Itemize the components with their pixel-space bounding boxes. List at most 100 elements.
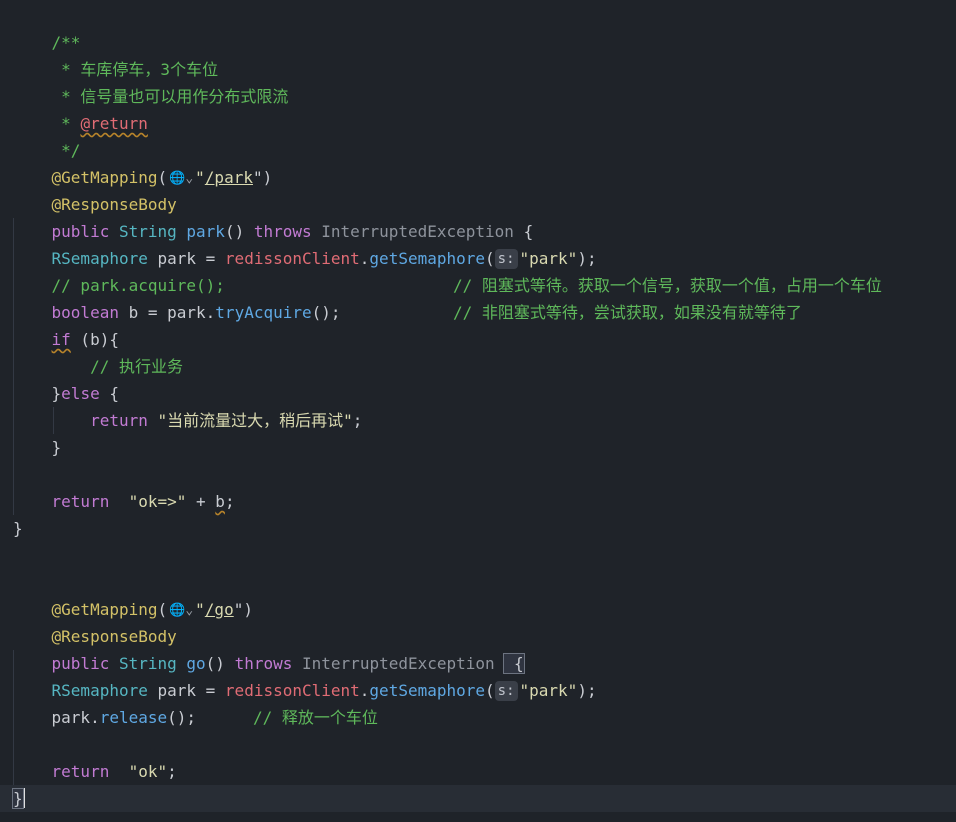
code-line-19: return "ok=>" + b; xyxy=(13,488,235,515)
code-line-17: } xyxy=(13,434,62,461)
url-link-go[interactable]: /go xyxy=(205,600,234,619)
type-string: String xyxy=(118,654,177,673)
brace-close: } xyxy=(13,519,23,538)
code-line-5: */ xyxy=(13,110,80,160)
url-link-park[interactable]: /park xyxy=(205,168,253,187)
code-line-1: /** xyxy=(13,2,81,52)
keyword-throws: throws xyxy=(253,222,312,241)
assignment: b = park. xyxy=(118,303,216,322)
code-line-4: * @return xyxy=(13,83,148,133)
method-name-go: go xyxy=(186,654,206,673)
code-line-2: * 车库停车，3个车位 xyxy=(13,29,218,79)
method-getsemaphore: getSemaphore xyxy=(369,681,486,700)
call-end: (); xyxy=(311,303,341,322)
if-condition: (b){ xyxy=(70,330,119,349)
code-line-26: RSemaphore park = redissonClient.getSema… xyxy=(13,677,597,704)
method-tryacquire: tryAcquire xyxy=(215,303,312,322)
plus-operator: + xyxy=(186,492,216,511)
code-line-29: return "ok"; xyxy=(13,758,177,785)
exception-class: InterruptedException xyxy=(321,222,514,241)
field-redissonclient: redissonClient xyxy=(224,249,360,268)
code-line-8: public String park() throws InterruptedE… xyxy=(13,191,534,241)
paren: ( xyxy=(485,249,495,268)
brace-open: { xyxy=(513,222,534,241)
code-line-27-trailing-comment: // 释放一个车位 xyxy=(253,704,378,731)
text-caret xyxy=(22,788,25,808)
string-retry: "当前流量过大，稍后再试" xyxy=(147,411,353,430)
assignment: park = xyxy=(147,681,225,700)
current-line-highlight xyxy=(0,785,956,812)
dot: . xyxy=(359,249,370,268)
brace-open: { xyxy=(99,384,119,403)
code-editor[interactable]: /** * 车库停车，3个车位 * 信号量也可以用作分布式限流 * @retur… xyxy=(0,0,956,822)
string-quote: " xyxy=(195,168,205,187)
semicolon: ; xyxy=(352,411,363,430)
method-name-park: park xyxy=(186,222,225,241)
code-line-30: } xyxy=(12,785,25,812)
keyword-return: return xyxy=(51,762,110,781)
code-line-27: park.release(); xyxy=(13,704,197,731)
keyword-return: return xyxy=(90,411,148,430)
keyword-return: return xyxy=(51,492,110,511)
code-line-12-trailing-comment: // 非阻塞式等待，尝试获取，如果没有就等待了 xyxy=(453,299,802,326)
variable-b: b xyxy=(215,492,225,511)
code-line-24: public String go() throws InterruptedExc… xyxy=(13,623,525,674)
type-rsemaphore: RSemaphore xyxy=(51,681,148,700)
keyword-boolean: boolean xyxy=(51,303,119,322)
assignment: park = xyxy=(147,249,225,268)
keyword-if: if xyxy=(51,330,71,349)
string-ok-arrow: "ok=>" xyxy=(109,492,187,511)
code-line-13: if (b){ xyxy=(13,326,119,353)
method-getsemaphore: getSemaphore xyxy=(369,249,486,268)
line-comment: // 非阻塞式等待，尝试获取，如果没有就等待了 xyxy=(453,303,802,322)
code-line-11: // park.acquire(); xyxy=(13,272,225,299)
dot: . xyxy=(90,708,100,727)
line-comment: // 执行业务 xyxy=(90,357,183,376)
variable-park: park xyxy=(51,708,91,727)
type-string: String xyxy=(118,222,177,241)
paren-close: ); xyxy=(577,681,597,700)
code-line-11-trailing-comment: // 阻塞式等待。获取一个信号，获取一个值，占用一个车位 xyxy=(453,272,882,299)
code-line-6: @GetMapping(🌐⌄ "/park") xyxy=(13,137,273,187)
string-quote: " xyxy=(195,600,205,619)
code-line-20: } xyxy=(13,515,23,542)
keyword-throws: throws xyxy=(234,654,293,673)
param-hint: s: xyxy=(494,681,518,701)
code-line-15: }else { xyxy=(13,380,119,407)
doc-tag-return: @return xyxy=(80,114,148,133)
parens: () xyxy=(205,654,235,673)
dot: . xyxy=(359,681,370,700)
code-line-10: RSemaphore park = redissonClient.getSema… xyxy=(13,245,597,272)
exception-class: InterruptedException xyxy=(302,654,495,673)
parens: () xyxy=(224,222,254,241)
paren-close: ); xyxy=(577,249,597,268)
code-line-7: @ResponseBody xyxy=(13,164,177,214)
line-comment: // park.acquire(); xyxy=(51,276,225,295)
line-comment: // 阻塞式等待。获取一个信号，获取一个值，占用一个车位 xyxy=(453,276,882,295)
param-hint: s: xyxy=(494,249,518,269)
keyword-else: else xyxy=(61,384,100,403)
semicolon: ; xyxy=(167,762,177,781)
semicolon: ; xyxy=(224,492,235,511)
code-line-23: @ResponseBody xyxy=(13,596,177,646)
line-comment: // 释放一个车位 xyxy=(253,708,378,727)
code-line-14: // 执行业务 xyxy=(13,353,183,380)
keyword-public: public xyxy=(51,654,110,673)
field-redissonclient: redissonClient xyxy=(224,681,360,700)
code-line-22: @GetMapping(🌐⌄ "/go") xyxy=(13,569,253,619)
code-line-12: boolean b = park.tryAcquire(); xyxy=(13,299,341,326)
paren: ( xyxy=(485,681,495,700)
brace-close-matched: } xyxy=(12,788,24,809)
string-ok: "ok" xyxy=(109,762,168,781)
string-quote-close: ") xyxy=(233,600,253,619)
call-end: (); xyxy=(167,708,197,727)
string-quote-close: ") xyxy=(252,168,273,187)
method-release: release xyxy=(99,708,168,727)
code-line-3: * 信号量也可以用作分布式限流 xyxy=(13,56,288,106)
keyword-public: public xyxy=(51,222,110,241)
string-park: "park" xyxy=(519,681,578,700)
type-rsemaphore: RSemaphore xyxy=(51,249,148,268)
brace-close: } xyxy=(51,384,62,403)
string-park: "park" xyxy=(519,249,578,268)
brace-open-matched: { xyxy=(503,653,525,674)
